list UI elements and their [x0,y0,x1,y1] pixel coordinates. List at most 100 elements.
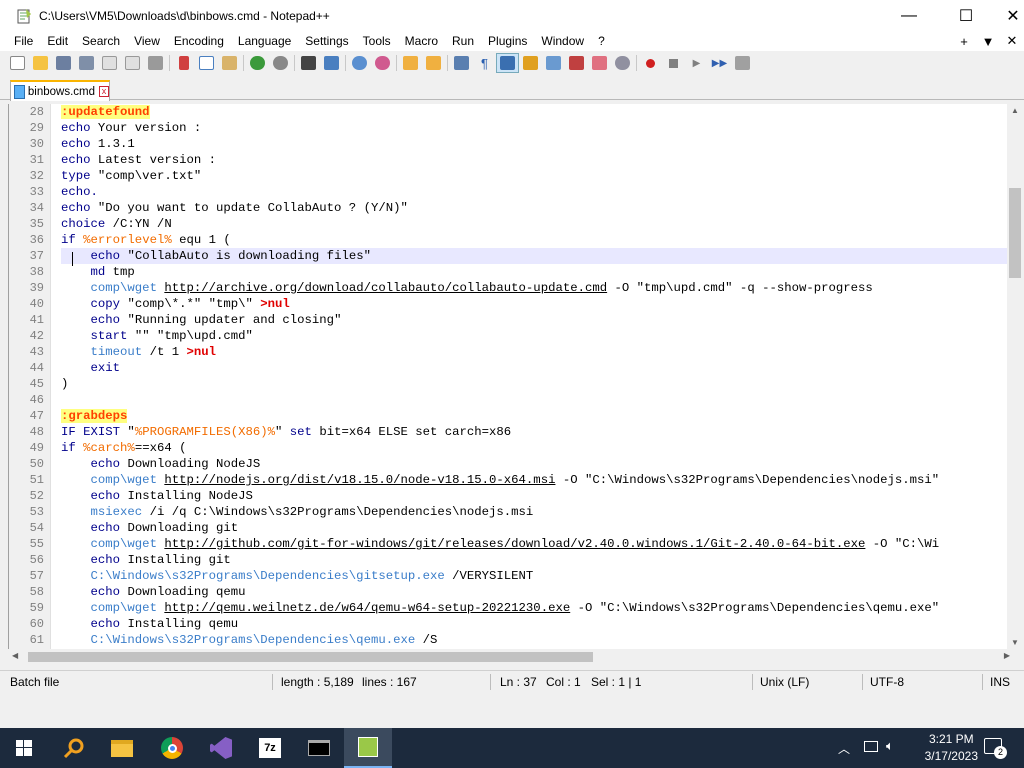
notification-center-button[interactable]: 2 [984,738,1007,759]
code-line[interactable]: choice /C:YN /N [61,216,1016,232]
line-number[interactable]: 37 [9,248,51,264]
code-line[interactable]: if %errorlevel% equ 1 ( [61,232,1016,248]
line-number[interactable]: 38 [9,264,51,280]
save-button[interactable] [52,53,75,73]
code-line[interactable]: IF EXIST "%PROGRAMFILES(X86)%" set bit=x… [61,424,1016,440]
line-number[interactable]: 39 [9,280,51,296]
minimize-button[interactable]: — [886,0,932,31]
maximize-button[interactable]: ☐ [943,0,989,31]
taskbar-command-prompt[interactable] [295,728,343,768]
undo-button[interactable] [246,53,269,73]
scroll-left-icon[interactable]: ◀ [12,651,18,660]
horizontal-scrollbar[interactable]: ◀ ▶ [8,649,1016,665]
close-all-button[interactable] [121,53,144,73]
copy-button[interactable] [195,53,218,73]
zoom-out-button[interactable] [371,53,394,73]
horizontal-scroll-thumb[interactable] [28,652,593,662]
code-line[interactable]: ) [61,376,1016,392]
sync-horizontal-button[interactable] [422,53,445,73]
code-line[interactable]: echo "Running updater and closing" [61,312,1016,328]
code-line[interactable] [61,392,1016,408]
line-number[interactable]: 57 [9,568,51,584]
play-macro-button[interactable]: ▶ [685,53,708,73]
menu-file[interactable]: File [7,31,40,51]
start-button[interactable] [0,728,48,768]
show-hidden-icons-icon[interactable]: ︿ [838,740,850,757]
system-clock[interactable]: 3:21 PM 3/17/2023 [925,731,978,765]
code-line[interactable]: echo Installing NodeJS [61,488,1016,504]
menu-edit[interactable]: Edit [40,31,75,51]
code-line[interactable]: echo 1.3.1 [61,136,1016,152]
indent-guide-button[interactable] [496,53,519,73]
line-number[interactable]: 52 [9,488,51,504]
code-line[interactable]: echo Downloading NodeJS [61,456,1016,472]
close-button[interactable]: ✕ [990,0,1024,31]
line-number[interactable]: 60 [9,616,51,632]
print-button[interactable] [144,53,167,73]
vertical-scroll-thumb[interactable] [1009,188,1021,278]
code-line[interactable]: type "comp\ver.txt" [61,168,1016,184]
menu-search[interactable]: Search [75,31,127,51]
line-number[interactable]: 48 [9,424,51,440]
line-number[interactable]: 46 [9,392,51,408]
line-number[interactable]: 42 [9,328,51,344]
code-line[interactable]: copy "comp\*.*" "tmp\" >nul [61,296,1016,312]
menu-help[interactable]: ? [591,31,612,51]
title-bar[interactable]: C:\Users\VM5\Downloads\d\binbows.cmd - N… [0,0,1024,31]
volume-icon[interactable]: 🔈︎ [886,738,894,754]
code-line[interactable]: timeout /t 1 >nul [61,344,1016,360]
menu-run[interactable]: Run [445,31,481,51]
code-line[interactable]: C:\Windows\s32Programs\Dependencies\gits… [61,568,1016,584]
close-file-button[interactable] [98,53,121,73]
code-line[interactable]: C:\Windows\s32Programs\Dependencies\qemu… [61,632,1016,648]
line-number[interactable]: 47 [9,408,51,424]
network-icon[interactable] [864,741,878,752]
scroll-down-icon[interactable]: ▼ [1011,638,1019,647]
line-number[interactable]: 59 [9,600,51,616]
paste-button[interactable] [218,53,241,73]
menu-macro[interactable]: Macro [398,31,445,51]
line-number[interactable]: 35 [9,216,51,232]
menu-plugins[interactable]: Plugins [481,31,534,51]
new-file-button[interactable] [6,53,29,73]
code-editor[interactable]: 28 29 30 31 32 33 34 35 36 37 38 39 40 41 42 43 44 45 46 47… [8,104,1016,649]
line-number[interactable]: 55 [9,536,51,552]
save-macro-button[interactable] [731,53,754,73]
code-line[interactable]: start "" "tmp\upd.cmd" [61,328,1016,344]
menu-language[interactable]: Language [231,31,298,51]
line-number[interactable]: 44 [9,360,51,376]
tab-list-button[interactable]: ▼ [976,34,1000,49]
code-line[interactable]: echo "CollabAuto is downloading files" [61,248,1016,264]
run-macro-multiple-button[interactable]: ▶▶ [708,53,731,73]
search-button[interactable] [50,728,98,768]
taskbar-notepadpp[interactable] [344,728,392,768]
menu-settings[interactable]: Settings [298,31,355,51]
code-line[interactable]: echo Downloading git [61,520,1016,536]
code-line[interactable]: comp\wget http://qemu.weilnetz.de/w64/qe… [61,600,1016,616]
line-number[interactable]: 53 [9,504,51,520]
taskbar-visual-studio[interactable] [197,728,245,768]
open-file-button[interactable] [29,53,52,73]
code-line[interactable]: echo "Do you want to update CollabAuto ?… [61,200,1016,216]
status-eol[interactable]: Unix (LF) [760,671,809,693]
code-line[interactable]: comp\wget http://archive.org/download/co… [61,280,1016,296]
new-tab-button[interactable]: + [952,34,976,49]
code-line[interactable]: echo Downloading qemu [61,584,1016,600]
doc-map-button[interactable] [542,53,565,73]
taskbar-chrome[interactable] [148,728,196,768]
status-encoding[interactable]: UTF-8 [870,671,904,693]
code-line[interactable]: exit [61,360,1016,376]
line-number[interactable]: 61 [9,632,51,648]
tab-close-icon[interactable]: x [99,86,109,97]
record-macro-button[interactable] [639,53,662,73]
close-document-button[interactable]: ✕ [1000,33,1024,49]
line-number[interactable]: 45 [9,376,51,392]
line-number[interactable]: 41 [9,312,51,328]
line-number[interactable]: 51 [9,472,51,488]
save-all-button[interactable] [75,53,98,73]
code-line[interactable]: comp\wget http://github.com/git-for-wind… [61,536,1016,552]
find-button[interactable] [297,53,320,73]
code-area[interactable]: :updatefound echo Your version : echo 1.3.… [61,104,1016,649]
code-line[interactable]: echo Installing qemu [61,616,1016,632]
code-line[interactable]: echo Your version : [61,120,1016,136]
